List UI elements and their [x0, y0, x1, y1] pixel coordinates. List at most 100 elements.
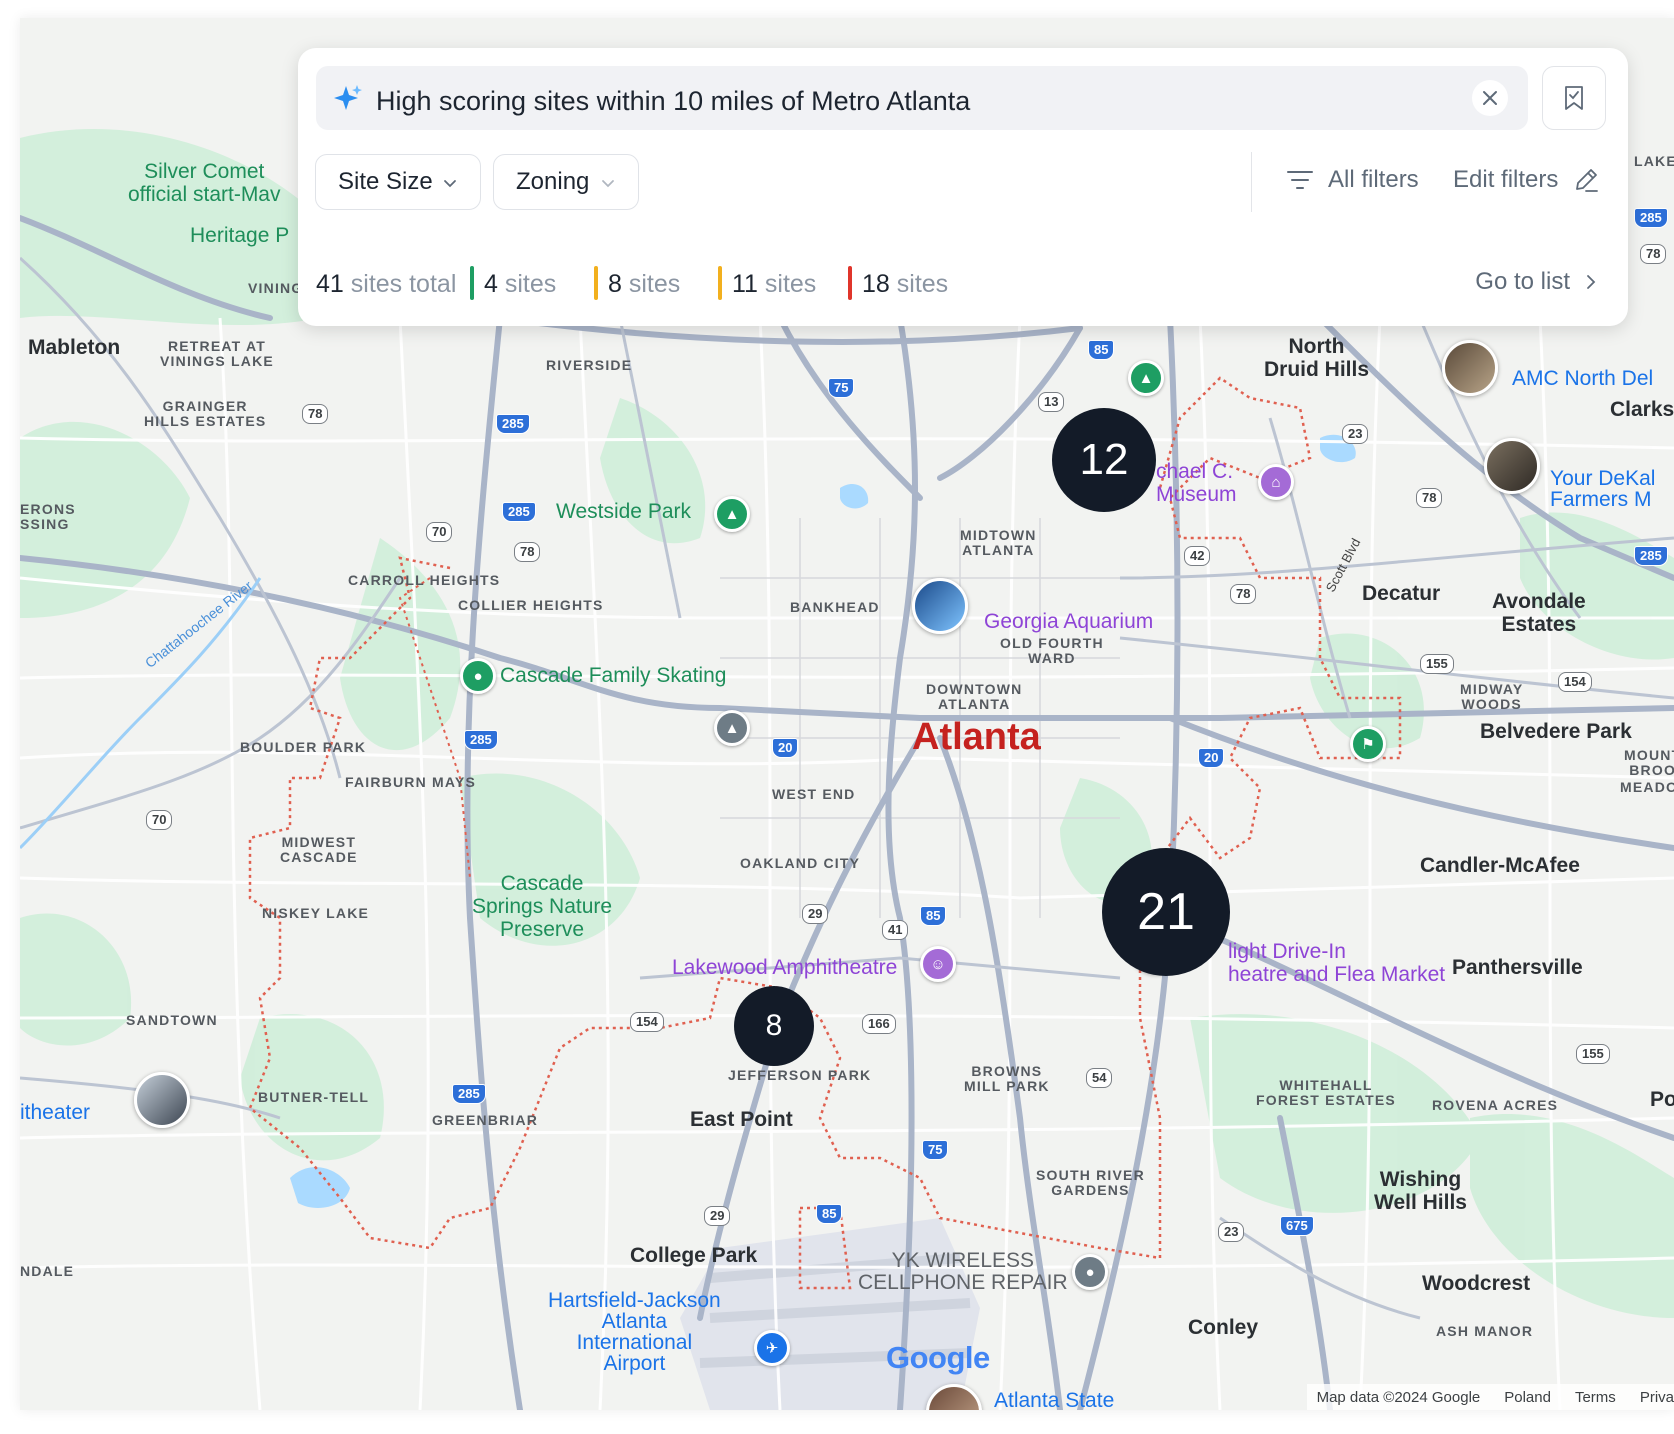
score-group-stat[interactable]: 11 sites	[732, 270, 816, 299]
chevron-right-icon	[1587, 275, 1596, 289]
poi-label[interactable]: Atlanta State	[994, 1390, 1114, 1410]
park-label: Silver Comet official start-Mav	[128, 160, 281, 206]
neighborhood-label: RIVERSIDE	[546, 357, 633, 373]
poi-photo-pin[interactable]	[1442, 340, 1498, 396]
neighborhood-label: NISKEY LAKE	[262, 905, 370, 921]
theater-pin-icon[interactable]: ☺	[920, 946, 956, 982]
town-label: Decatur	[1362, 582, 1441, 605]
neighborhood-label: MEADOW	[1620, 779, 1674, 795]
route-shield: 42	[1184, 546, 1211, 566]
interstate-shield: 20	[1198, 748, 1225, 768]
score-bar-yellow	[718, 266, 722, 300]
monument-pin-icon[interactable]: ▲	[714, 710, 750, 746]
town-label: Po	[1650, 1088, 1674, 1111]
score-bar-red	[848, 266, 852, 300]
route-shield: 78	[302, 404, 329, 424]
map-data-text: Map data ©2024 Google	[1316, 1388, 1481, 1406]
group-count: 4	[484, 270, 498, 298]
site-size-filter-chip[interactable]: Site Size	[315, 154, 481, 210]
edit-filters-button[interactable]: Edit filters	[1453, 166, 1600, 194]
poi-photo-pin[interactable]	[912, 578, 968, 634]
close-icon	[1483, 91, 1497, 105]
park-label[interactable]: Westside Park	[556, 500, 691, 523]
neighborhood-label: BROWNS MILL PARK	[964, 1063, 1050, 1094]
park-pin-icon[interactable]: ▲	[714, 496, 750, 532]
neighborhood-label: SOUTH RIVER GARDENS	[1036, 1167, 1145, 1198]
golf-pin-icon[interactable]: ⚑	[1350, 726, 1386, 762]
poi-label[interactable]: AMC North Del	[1512, 368, 1653, 389]
route-shield: 78	[514, 542, 541, 562]
town-label: College Park	[630, 1244, 758, 1267]
neighborhood-label: OLD FOURTH WARD	[1000, 635, 1104, 666]
airport-pin-icon[interactable]: ✈	[754, 1330, 790, 1366]
site-cluster[interactable]: 21	[1102, 848, 1230, 976]
town-label: Woodcrest	[1422, 1272, 1531, 1295]
park-pin-icon[interactable]: ▲	[1128, 360, 1164, 396]
neighborhood-label: MOUNT BROO	[1624, 747, 1674, 778]
go-to-list-label: Go to list	[1475, 268, 1570, 295]
all-filters-button[interactable]: All filters	[1286, 166, 1419, 194]
city-label-atlanta: Atlanta	[912, 716, 1041, 758]
interstate-shield: 20	[772, 738, 799, 758]
group-label: sites	[896, 270, 949, 298]
score-group-stat[interactable]: 18 sites	[862, 270, 948, 299]
group-label: sites	[504, 270, 557, 298]
clear-search-button[interactable]	[1472, 80, 1508, 116]
town-label: Avondale Estates	[1492, 590, 1586, 636]
chevron-down-icon	[444, 180, 456, 188]
score-group-stat[interactable]: 8 sites	[608, 270, 680, 299]
privacy-link[interactable]: Priva	[1640, 1389, 1674, 1406]
search-query-text: High scoring sites within 10 miles of Me…	[376, 86, 971, 116]
route-shield: 155	[1420, 654, 1454, 674]
business-label[interactable]: YK WIRELESS CELLPHONE REPAIR	[858, 1250, 1068, 1294]
interstate-shield: 285	[1634, 208, 1668, 228]
poi-label[interactable]: light Drive-In heatre and Flea Market	[1228, 940, 1445, 986]
zoning-filter-chip[interactable]: Zoning	[493, 154, 639, 210]
poi-label[interactable]: chael C. Museum	[1156, 460, 1237, 506]
poi-label-georgia-aquarium[interactable]: Georgia Aquarium	[984, 610, 1153, 633]
interstate-shield: 85	[920, 906, 947, 926]
score-bar-yellow	[594, 266, 598, 300]
interstate-shield: 75	[922, 1140, 949, 1160]
route-shield: 41	[882, 920, 909, 940]
neighborhood-label: FAIRBURN MAYS	[345, 774, 476, 790]
group-label: sites	[628, 270, 681, 298]
save-search-button[interactable]	[1542, 66, 1606, 130]
chevron-down-icon	[602, 180, 614, 188]
route-shield: 166	[862, 1014, 896, 1034]
group-count: 8	[608, 270, 622, 298]
poi-photo-pin[interactable]	[1484, 438, 1540, 494]
poi-label[interactable]: Your DeKal Farmers M	[1550, 468, 1655, 510]
total-count: 41	[316, 270, 344, 298]
interstate-shield: 75	[828, 378, 855, 398]
interstate-shield: 85	[816, 1204, 843, 1224]
go-to-list-button[interactable]: Go to list	[1475, 268, 1600, 296]
park-label[interactable]: Cascade Family Skating	[500, 664, 726, 687]
neighborhood-label: ROVENA ACRES	[1432, 1097, 1559, 1113]
total-sites-stat: 41 sites total	[316, 270, 456, 299]
poi-label[interactable]: Lakewood Amphitheatre	[672, 956, 897, 979]
group-count: 11	[732, 270, 758, 298]
route-shield: 78	[1230, 584, 1257, 604]
business-pin-icon[interactable]: ●	[1072, 1254, 1108, 1290]
park-label[interactable]: Cascade Springs Nature Preserve	[472, 872, 612, 941]
total-label: sites total	[350, 270, 457, 298]
interstate-shield: 85	[1088, 340, 1115, 360]
interstate-shield: 285	[496, 414, 530, 434]
google-logo: Google	[886, 1340, 990, 1376]
poi-label[interactable]: itheater	[20, 1102, 90, 1123]
neighborhood-label: GRAINGER HILLS ESTATES	[144, 398, 267, 429]
poi-photo-pin[interactable]	[134, 1072, 190, 1128]
airport-label[interactable]: Hartsfield-Jackson Atlanta International…	[548, 1290, 721, 1374]
site-cluster[interactable]: 8	[734, 986, 814, 1066]
pencil-icon	[1576, 169, 1599, 192]
region-link[interactable]: Poland	[1504, 1389, 1551, 1406]
museum-pin-icon[interactable]: ⌂	[1258, 464, 1294, 500]
site-cluster[interactable]: 12	[1052, 408, 1156, 512]
search-input[interactable]: High scoring sites within 10 miles of Me…	[316, 66, 1528, 130]
neighborhood-label: WEST END	[772, 786, 856, 802]
score-group-stat[interactable]: 4 sites	[484, 270, 556, 299]
skating-pin-icon[interactable]: ●	[460, 658, 496, 694]
terms-link[interactable]: Terms	[1575, 1389, 1616, 1406]
search-panel: High scoring sites within 10 miles of Me…	[298, 48, 1628, 326]
